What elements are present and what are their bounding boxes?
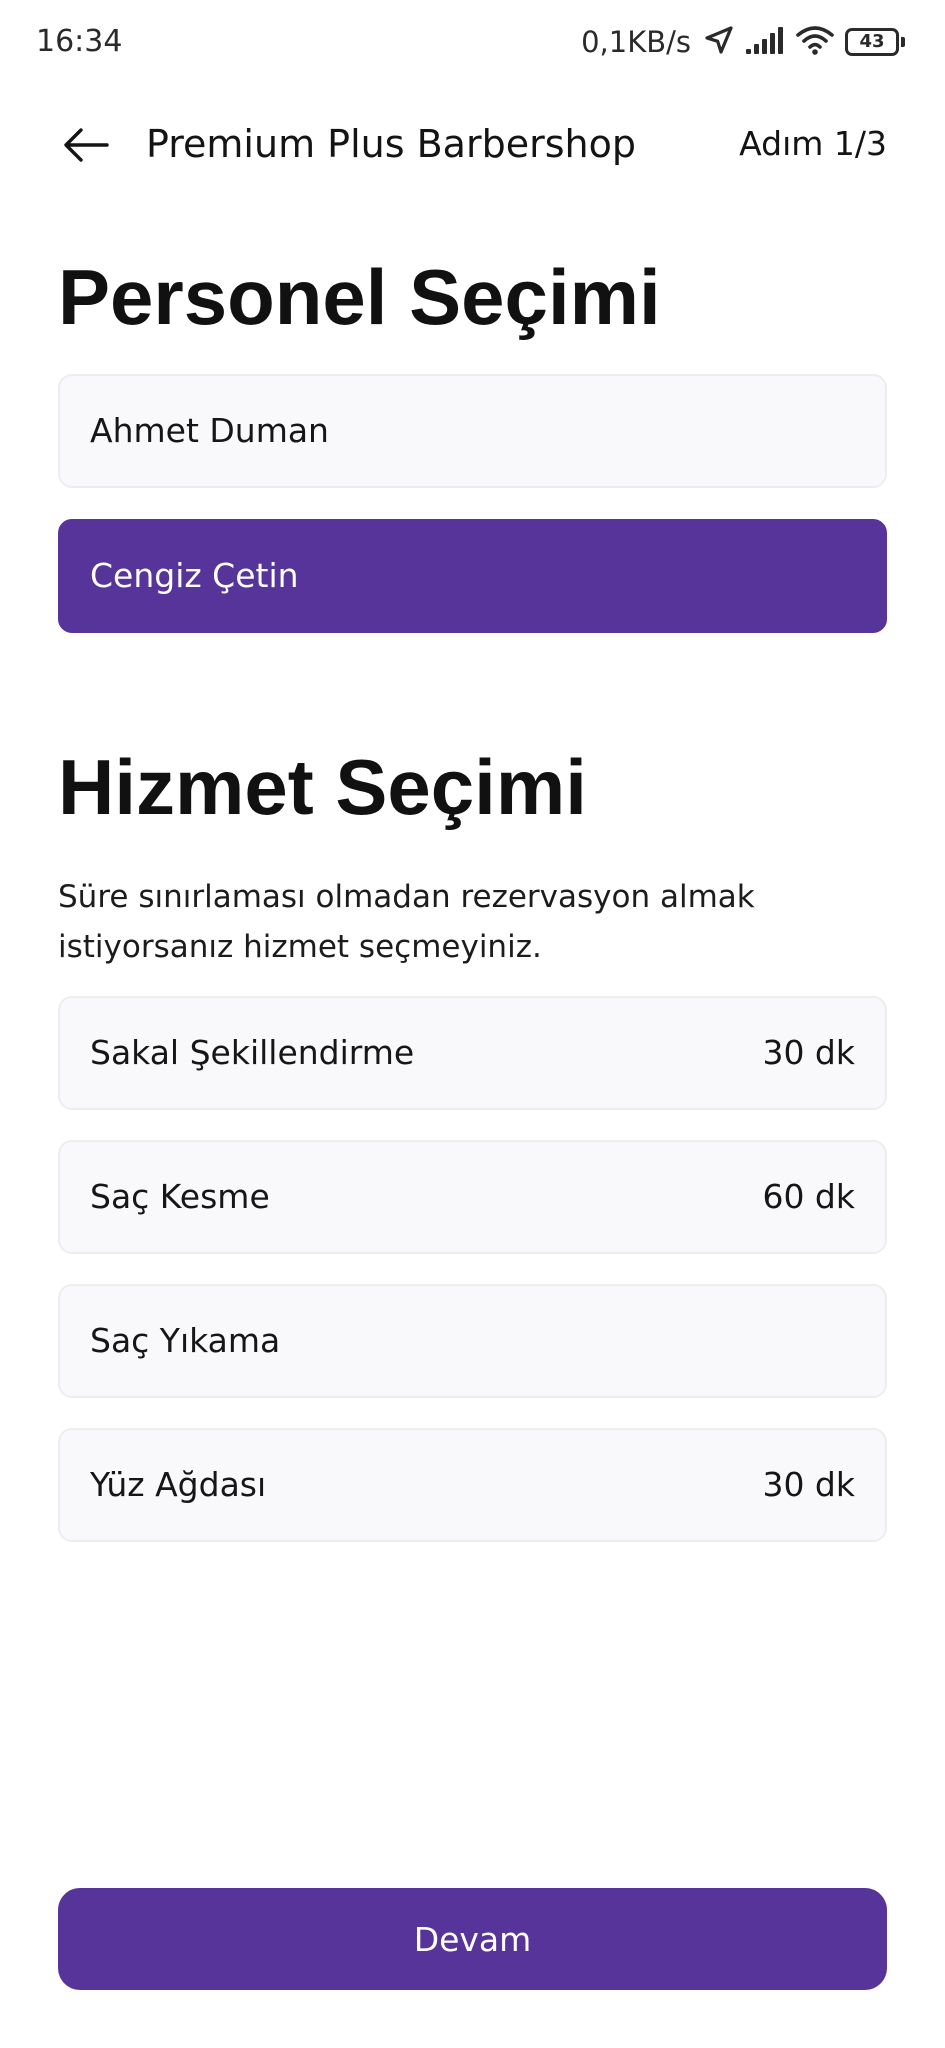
- staff-option-label: Cengiz Çetin: [90, 556, 299, 595]
- service-option-label: Saç Kesme: [90, 1177, 270, 1216]
- staff-option-ahmet-duman[interactable]: Ahmet Duman: [58, 374, 887, 488]
- service-option-duration: 30 dk: [762, 1033, 855, 1072]
- service-section-title: Hizmet Seçimi: [58, 743, 587, 831]
- continue-button[interactable]: Devam: [58, 1888, 887, 1990]
- battery-tip: [901, 37, 905, 47]
- wifi-icon: [795, 24, 835, 60]
- service-option-yuz-agdasi[interactable]: Yüz Ağdası 30 dk: [58, 1428, 887, 1542]
- network-speed: 0,1KB/s: [581, 25, 691, 59]
- signal-icon: [745, 25, 785, 59]
- back-button[interactable]: [56, 118, 116, 172]
- service-option-sac-yikama[interactable]: Saç Yıkama: [58, 1284, 887, 1398]
- continue-button-label: Devam: [413, 1919, 532, 1959]
- status-icons: 0,1KB/s 43: [581, 22, 905, 62]
- battery-icon: 43: [845, 28, 905, 56]
- service-option-duration: 60 dk: [762, 1177, 855, 1216]
- service-option-duration: 30 dk: [762, 1465, 855, 1504]
- service-option-sakal-sekillendirme[interactable]: Sakal Şekillendirme 30 dk: [58, 996, 887, 1110]
- page-title: Premium Plus Barbershop: [146, 122, 636, 166]
- status-time: 16:34: [36, 24, 123, 59]
- staff-option-cengiz-cetin[interactable]: Cengiz Çetin: [58, 519, 887, 633]
- battery-level: 43: [845, 28, 899, 56]
- status-bar: 16:34 0,1KB/s 43: [0, 0, 945, 88]
- arrow-left-icon: [64, 128, 109, 162]
- service-note: Süre sınırlaması olmadan rezervasyon alm…: [58, 879, 755, 965]
- staff-section-title: Personel Seçimi: [58, 253, 661, 341]
- service-option-sac-kesme[interactable]: Saç Kesme 60 dk: [58, 1140, 887, 1254]
- service-option-label: Saç Yıkama: [90, 1321, 281, 1360]
- location-arrow-icon: [703, 24, 735, 60]
- step-indicator: Adım 1/3: [739, 124, 887, 163]
- service-option-label: Yüz Ağdası: [90, 1465, 267, 1504]
- app-bar: Premium Plus Barbershop Adım 1/3: [0, 100, 945, 190]
- staff-option-label: Ahmet Duman: [90, 411, 329, 450]
- service-option-label: Sakal Şekillendirme: [90, 1033, 415, 1072]
